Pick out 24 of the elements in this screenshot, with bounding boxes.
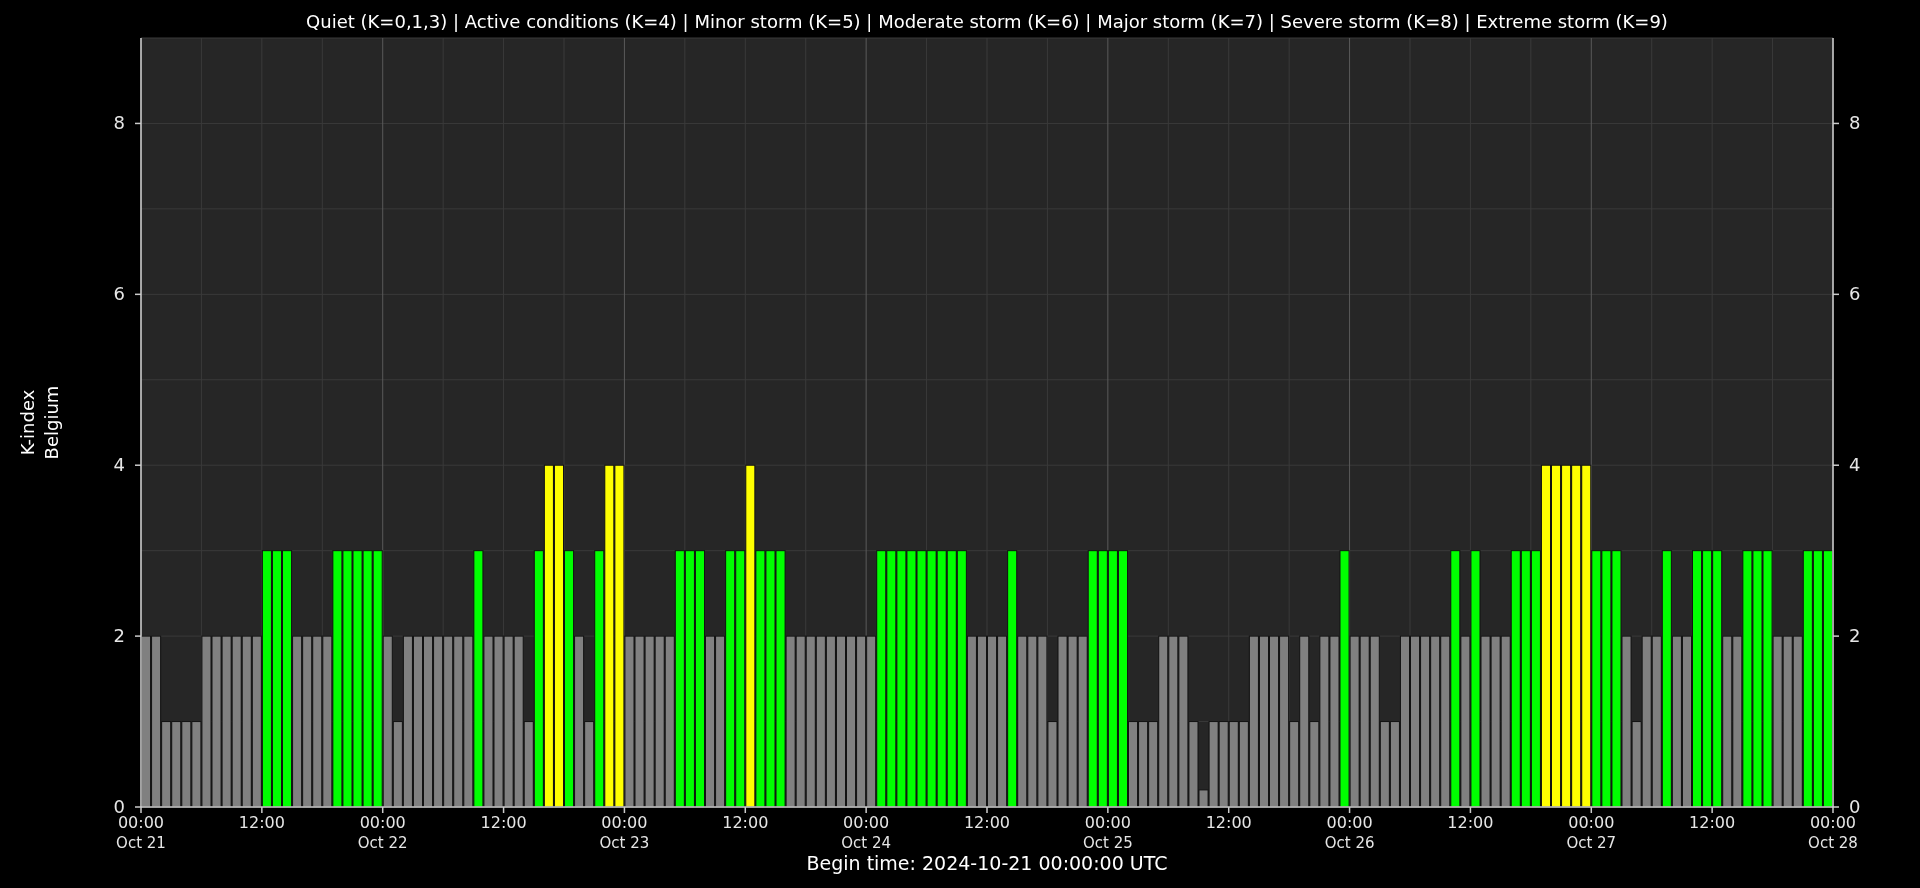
x-tick-label: 12:00 [480, 813, 527, 832]
x-tick-label: 12:00 [238, 813, 285, 832]
x-tick-label: 00:00 Oct 25 [1082, 813, 1133, 852]
y-tick-label: 2 [1849, 625, 1861, 647]
x-tick-label: 00:00 Oct 22 [357, 813, 408, 852]
y-tick-label: 8 [113, 112, 125, 134]
x-tick-label: 12:00 [963, 813, 1011, 832]
x-tick-label: 12:00 [1205, 813, 1252, 832]
y-tick-label: 4 [1849, 454, 1861, 476]
y-axis-label: K-index Belgium [17, 385, 62, 460]
y-tick-label: 2 [113, 625, 125, 647]
x-tick-label: 12:00 [1447, 813, 1494, 832]
x-tick-label: 00:00 Oct 27 [1566, 813, 1617, 852]
x-tick-label: 12:00 [1689, 813, 1736, 832]
x-tick-label: 12:00 [722, 813, 769, 832]
x-tick-label: 00:00 Oct 23 [599, 813, 650, 852]
x-tick-label: 00:00 Oct 24 [841, 813, 892, 852]
x-axis-label: Begin time: 2024-10-21 00:00:00 UTC [806, 852, 1168, 874]
x-tick-label: 00:00 Oct 26 [1324, 813, 1375, 852]
y-tick-label: 6 [113, 283, 125, 305]
y-tick-label: 6 [1849, 283, 1861, 305]
y-tick-label: 4 [113, 454, 125, 476]
chart-title: Quiet (K=0,1,3) | Active conditions (K=4) | Minor storm (K=5) | Moderate storm (K=6) | Major storm (K=7) | Severe storm (K=8) | Extreme storm (K=9) [306, 11, 1668, 32]
y-tick-label: 8 [1849, 112, 1861, 134]
